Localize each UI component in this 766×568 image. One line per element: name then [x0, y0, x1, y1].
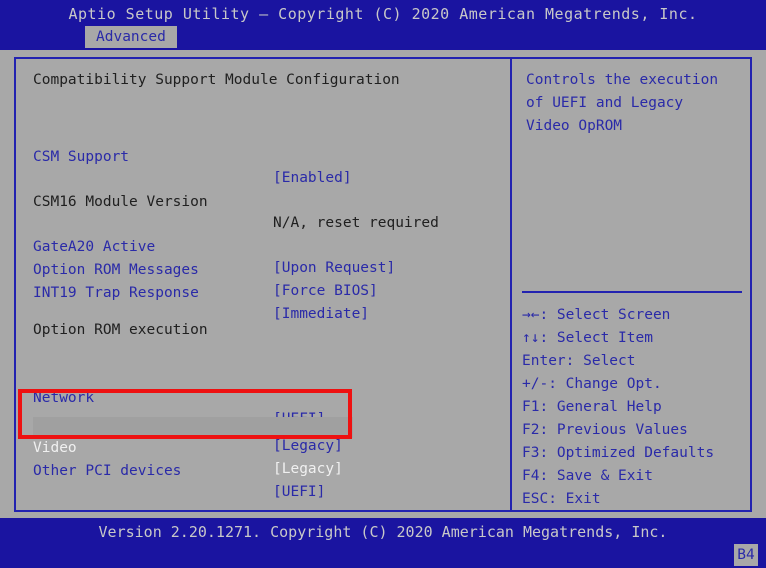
help-separator	[522, 291, 742, 293]
key-hint-save-exit: F4: Save & Exit	[522, 468, 653, 484]
key-hint-optimized-defaults: F3: Optimized Defaults	[522, 445, 715, 461]
help-description-line: Video OpROM	[526, 118, 623, 134]
key-hint-previous-values: F2: Previous Values	[522, 422, 688, 438]
setting-row-video[interactable]: Video [Legacy]	[33, 417, 353, 477]
setting-value[interactable]: [Upon Request]	[273, 258, 395, 279]
title-bar: Aptio Setup Utility – Copyright (C) 2020…	[0, 0, 766, 50]
setting-row-csm16-module-version: CSM16 Module Version N/A, reset required	[16, 171, 439, 231]
footer-bar: Version 2.20.1271. Copyright (C) 2020 Am…	[0, 518, 766, 568]
setting-value[interactable]: [Immediate]	[273, 304, 369, 325]
setting-value[interactable]: [UEFI]	[273, 482, 325, 503]
bios-setup-screen: Aptio Setup Utility – Copyright (C) 2020…	[0, 0, 766, 568]
key-hint-select-item: ↑↓: Select Item	[522, 330, 653, 346]
setting-value[interactable]: [Legacy]	[273, 436, 343, 457]
help-column: Controls the execution of UEFI and Legac…	[512, 59, 750, 510]
help-description-line: Controls the execution	[526, 72, 719, 88]
setting-row-network[interactable]: Network [UEFI]	[16, 367, 325, 427]
tab-advanced[interactable]: Advanced	[85, 26, 177, 48]
setting-value[interactable]: [Legacy]	[273, 459, 343, 480]
setting-value: N/A, reset required	[273, 215, 439, 231]
setting-row-gatea20-active[interactable]: GateA20 Active [Upon Request]	[16, 216, 395, 276]
menu-tab-bar: Advanced	[14, 26, 752, 50]
setting-label: Other PCI devices	[33, 463, 182, 479]
setting-label: CSM Support	[33, 149, 130, 165]
setting-label: CSM16 Module Version	[33, 194, 208, 210]
section-heading-option-rom-execution: Option ROM execution	[33, 322, 208, 338]
setting-row-option-rom-messages[interactable]: Option ROM Messages [Force BIOS]	[16, 239, 378, 299]
key-hint-esc-exit: ESC: Exit	[522, 491, 601, 507]
setting-row-storage[interactable]: Storage [Legacy]	[16, 394, 343, 454]
setting-label: INT19 Trap Response	[33, 285, 199, 301]
corner-badge: B4	[734, 544, 758, 566]
key-hint-select-screen: →←: Select Screen	[522, 307, 671, 323]
body-background: Compatibility Support Module Configurati…	[0, 50, 766, 518]
content-panel: Compatibility Support Module Configurati…	[14, 57, 752, 512]
version-text: Version 2.20.1271. Copyright (C) 2020 Am…	[98, 523, 668, 541]
page-title: Compatibility Support Module Configurati…	[33, 72, 400, 88]
app-title: Aptio Setup Utility – Copyright (C) 2020…	[68, 5, 698, 23]
settings-column: Compatibility Support Module Configurati…	[16, 59, 510, 510]
setting-value[interactable]: [Enabled]	[273, 168, 352, 189]
setting-row-int19-trap-response[interactable]: INT19 Trap Response [Immediate]	[16, 262, 369, 322]
key-hint-enter-select: Enter: Select	[522, 353, 636, 369]
setting-value[interactable]: [Force BIOS]	[273, 281, 378, 302]
key-hint-change-opt: +/-: Change Opt.	[522, 376, 662, 392]
help-description-line: of UEFI and Legacy	[526, 95, 684, 111]
key-hint-general-help: F1: General Help	[522, 399, 662, 415]
setting-row-csm-support[interactable]: CSM Support [Enabled]	[16, 126, 352, 186]
setting-row-other-pci-devices[interactable]: Other PCI devices [UEFI]	[16, 440, 325, 500]
